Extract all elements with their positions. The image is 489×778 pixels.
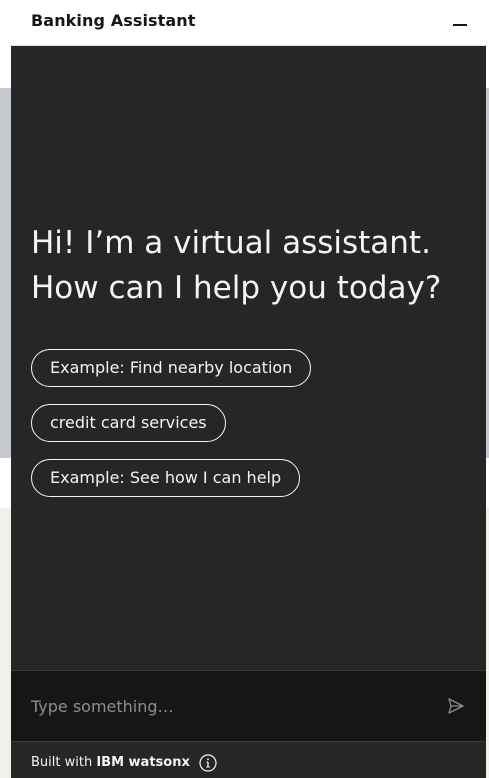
send-icon — [448, 698, 464, 714]
chat-title: Banking Assistant — [31, 11, 196, 30]
minimize-button[interactable] — [442, 4, 478, 40]
footer-brand: IBM watsonx — [96, 755, 190, 770]
info-icon — [199, 754, 217, 772]
info-button[interactable] — [199, 754, 217, 772]
suggestion-find-location[interactable]: Example: Find nearby location — [31, 349, 312, 387]
chat-widget: Banking Assistant Hi! I’m a virtual assi… — [11, 0, 486, 778]
send-button[interactable] — [446, 696, 466, 716]
minimize-icon — [453, 24, 467, 26]
welcome-line-2: How can I help you today? — [31, 270, 442, 306]
suggestion-credit-card[interactable]: credit card services — [31, 404, 226, 442]
welcome-message: Hi! I’m a virtual assistant. How can I h… — [31, 221, 471, 311]
suggestion-see-help[interactable]: Example: See how I can help — [31, 459, 301, 497]
chat-header: Banking Assistant — [11, 0, 486, 46]
chat-footer: Built with IBM watsonx — [11, 741, 486, 778]
message-composer — [11, 670, 486, 742]
footer-text: Built with IBM watsonx — [31, 755, 190, 770]
welcome-line-1: Hi! I’m a virtual assistant. — [31, 225, 431, 261]
message-input[interactable] — [31, 693, 421, 719]
footer-prefix: Built with — [31, 755, 93, 770]
